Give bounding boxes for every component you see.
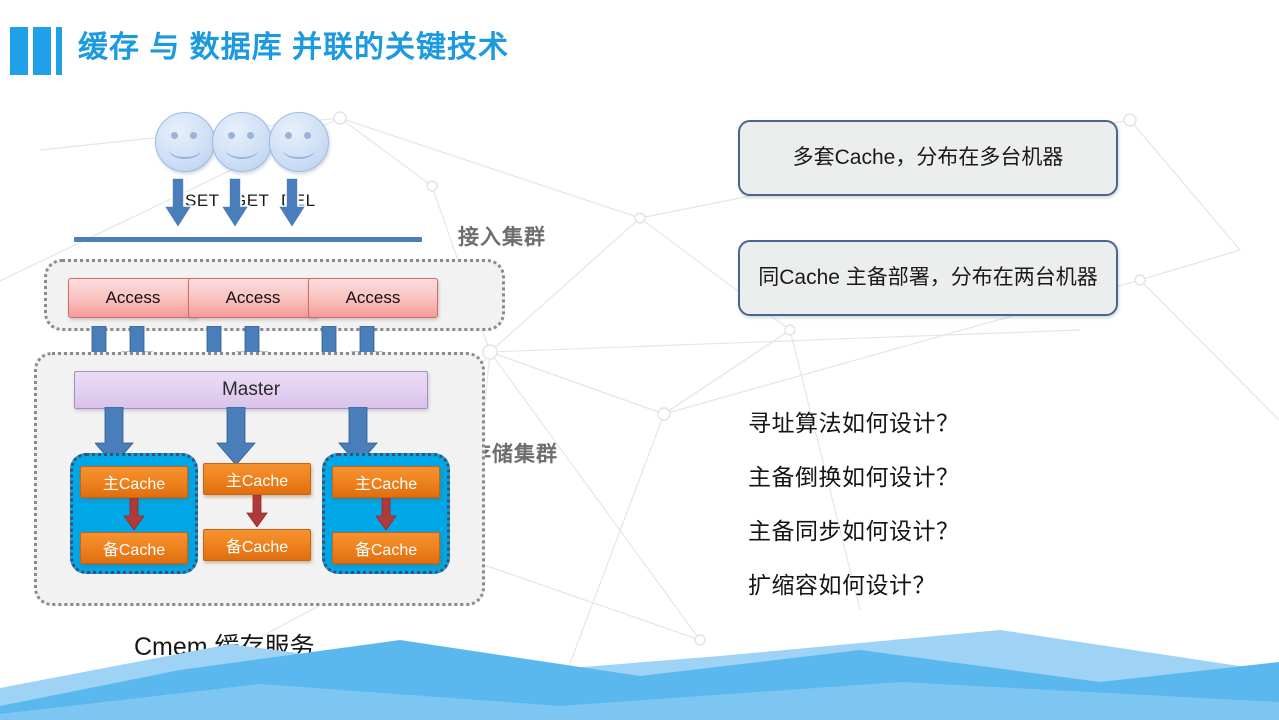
access-node-2[interactable]: Access	[188, 278, 318, 318]
primary-cache-3[interactable]: 主Cache	[332, 466, 440, 498]
backup-cache-3[interactable]: 备Cache	[332, 532, 440, 564]
master-node[interactable]: Master	[74, 371, 428, 409]
slide-title-bar: 缓存 与 数据库 并联的关键技术	[0, 22, 700, 78]
info-box-multi-cache: 多套Cache，分布在多台机器	[738, 120, 1118, 196]
client-smiley-icon	[269, 112, 329, 172]
primary-cache-2[interactable]: 主Cache	[203, 463, 311, 495]
tier-divider-line	[74, 237, 422, 242]
smiley-eye-icon	[285, 132, 292, 139]
smiley-eye-icon	[247, 132, 254, 139]
sync-arrow-icon-2	[246, 495, 268, 527]
page-title: 缓存 与 数据库 并联的关键技术	[78, 31, 510, 64]
client-smiley-icon	[155, 112, 215, 172]
question-scaling: 扩缩容如何设计？	[748, 572, 936, 598]
question-addressing: 寻址算法如何设计？	[748, 410, 960, 436]
question-failover: 主备倒换如何设计？	[748, 464, 960, 490]
smiley-eye-icon	[228, 132, 235, 139]
access-node-3[interactable]: Access	[308, 278, 438, 318]
slide-canvas: 缓存 与 数据库 并联的关键技术 SET GET DEL 接入集群 Access…	[0, 0, 1279, 720]
cache-group-3: 主Cache 备Cache	[322, 453, 450, 574]
client-smiley-icon	[212, 112, 272, 172]
backup-cache-1[interactable]: 备Cache	[80, 532, 188, 564]
smiley-eye-icon	[190, 132, 197, 139]
title-accent-bar-icon	[33, 27, 51, 75]
title-accent-bar-icon	[10, 27, 28, 75]
sync-arrow-icon-1	[123, 498, 145, 530]
cache-group-1: 主Cache 备Cache	[70, 453, 198, 574]
sync-arrow-icon-3	[375, 498, 397, 530]
backup-cache-2[interactable]: 备Cache	[203, 529, 311, 561]
title-accent-bar-icon	[56, 27, 62, 75]
smiley-mouth-icon	[226, 141, 258, 159]
footer-wave-decoration	[0, 630, 1279, 720]
question-sync: 主备同步如何设计？	[748, 518, 960, 544]
access-cluster-label: 接入集群	[458, 226, 546, 249]
info-box-master-backup: 同Cache 主备部署，分布在两台机器	[738, 240, 1118, 316]
smiley-eye-icon	[304, 132, 311, 139]
smiley-eye-icon	[171, 132, 178, 139]
primary-cache-1[interactable]: 主Cache	[80, 466, 188, 498]
smiley-mouth-icon	[169, 141, 201, 159]
client-request-arrows	[162, 178, 308, 230]
access-node-1[interactable]: Access	[68, 278, 198, 318]
cache-group-2: 主Cache 备Cache	[196, 453, 318, 568]
smiley-mouth-icon	[283, 141, 315, 159]
